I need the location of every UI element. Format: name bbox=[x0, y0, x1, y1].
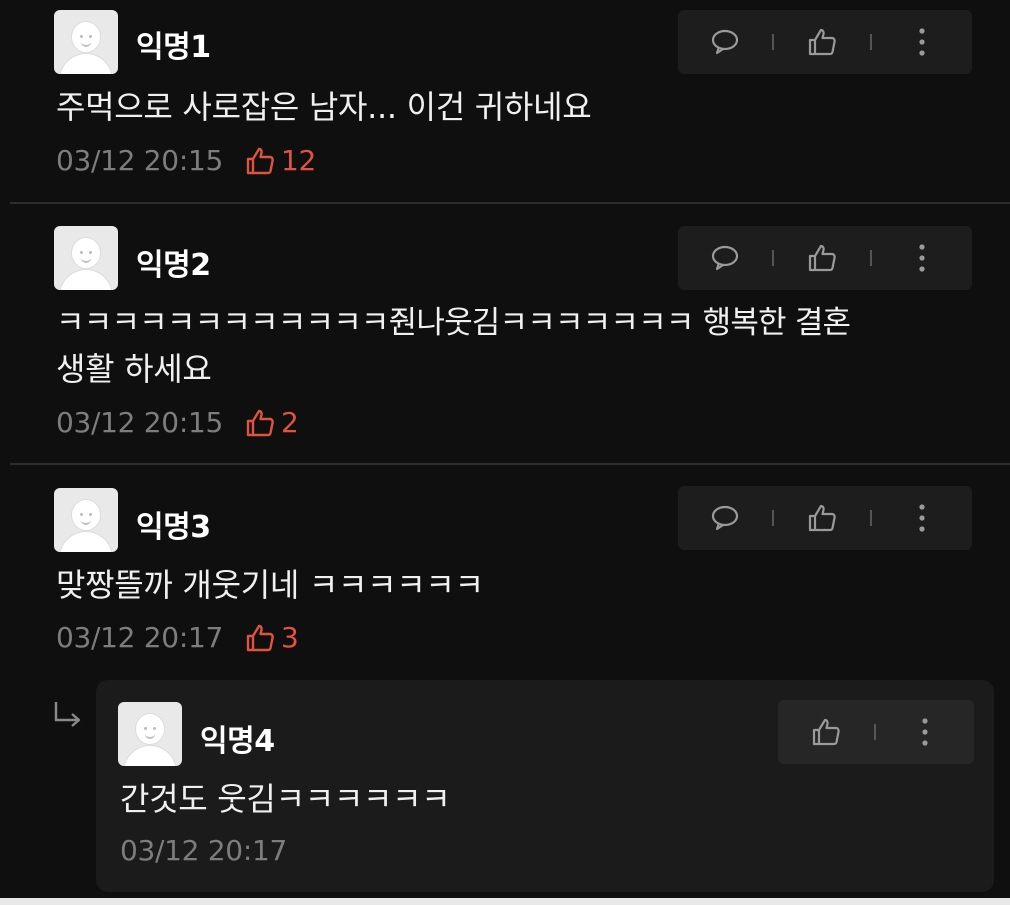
like-count-badge: 2 bbox=[245, 406, 299, 439]
comment-nickname: 익명3 bbox=[136, 510, 211, 545]
divider bbox=[10, 463, 1010, 465]
vertical-dots-icon bbox=[922, 718, 928, 746]
thumbs-up-icon bbox=[246, 624, 274, 651]
thumbs-up-icon bbox=[808, 28, 836, 56]
thumbs-up-icon bbox=[812, 718, 840, 746]
more-button[interactable] bbox=[876, 700, 974, 764]
thumbs-up-icon bbox=[808, 504, 836, 532]
like-button[interactable] bbox=[774, 10, 870, 74]
speech-bubble-icon bbox=[711, 245, 739, 271]
comment-nickname: 익명2 bbox=[136, 248, 211, 283]
comment-text: 맞짱뜰까 개웃기네 ㅋㅋㅋㅋㅋㅋ bbox=[56, 566, 484, 604]
reply-timestamp: 03/12 20:17 bbox=[120, 834, 287, 867]
divider bbox=[10, 202, 1010, 204]
reply-button[interactable] bbox=[678, 10, 772, 74]
reply-button[interactable] bbox=[678, 226, 772, 290]
more-button[interactable] bbox=[872, 486, 972, 550]
reply-meta: 03/12 20:17 bbox=[120, 834, 287, 867]
comment-timestamp: 03/12 20:15 bbox=[56, 406, 223, 439]
comment-meta: 03/12 20:15 2 bbox=[56, 406, 299, 439]
more-button[interactable] bbox=[872, 226, 972, 290]
comment-meta: 03/12 20:15 12 bbox=[56, 144, 316, 177]
thumbs-up-icon bbox=[246, 147, 274, 174]
like-count: 2 bbox=[280, 406, 299, 439]
comment-actions bbox=[678, 486, 972, 550]
like-button[interactable] bbox=[778, 700, 874, 764]
like-count-badge: 3 bbox=[245, 621, 299, 654]
reply-actions bbox=[778, 700, 974, 764]
like-count-badge: 12 bbox=[245, 144, 316, 177]
reply-arrow-icon bbox=[54, 702, 81, 727]
reply-item: 익명4 간것도 웃김ㅋㅋㅋㅋㅋㅋ 03/12 20:17 bbox=[96, 680, 994, 892]
comment-timestamp: 03/12 20:17 bbox=[56, 621, 223, 654]
comment-text: 주먹으로 사로잡은 남자... 이건 귀하네요 bbox=[56, 88, 592, 126]
like-count: 12 bbox=[280, 144, 317, 177]
speech-bubble-icon bbox=[711, 29, 739, 55]
avatar bbox=[54, 10, 118, 74]
like-button[interactable] bbox=[774, 486, 870, 550]
avatar bbox=[54, 226, 118, 290]
vertical-dots-icon bbox=[919, 28, 925, 56]
thumbs-up-icon bbox=[808, 244, 836, 272]
bottom-edge bbox=[0, 898, 1010, 905]
reply-nickname: 익명4 bbox=[200, 724, 275, 759]
comment-text-line1: ㅋㅋㅋㅋㅋㅋㅋㅋㅋㅋㅋㅋ줜나웃김ㅋㅋㅋㅋㅋㅋㅋ 행복한 결혼 bbox=[56, 305, 851, 341]
reply-button[interactable] bbox=[678, 486, 772, 550]
vertical-dots-icon bbox=[919, 504, 925, 532]
reply-text: 간것도 웃김ㅋㅋㅋㅋㅋㅋ bbox=[120, 780, 451, 818]
more-button[interactable] bbox=[872, 10, 972, 74]
comment-actions bbox=[678, 226, 972, 290]
comment-timestamp: 03/12 20:15 bbox=[56, 144, 223, 177]
comment-meta: 03/12 20:17 3 bbox=[56, 621, 299, 654]
avatar bbox=[54, 488, 118, 552]
comment-text-line2: 생활 하세요 bbox=[56, 350, 212, 388]
comment-nickname: 익명1 bbox=[136, 30, 211, 65]
like-button[interactable] bbox=[774, 226, 870, 290]
comment-actions bbox=[678, 10, 972, 74]
speech-bubble-icon bbox=[711, 505, 739, 531]
like-count: 3 bbox=[280, 621, 299, 654]
thumbs-up-icon bbox=[246, 409, 274, 436]
avatar bbox=[118, 702, 182, 766]
vertical-dots-icon bbox=[919, 244, 925, 272]
